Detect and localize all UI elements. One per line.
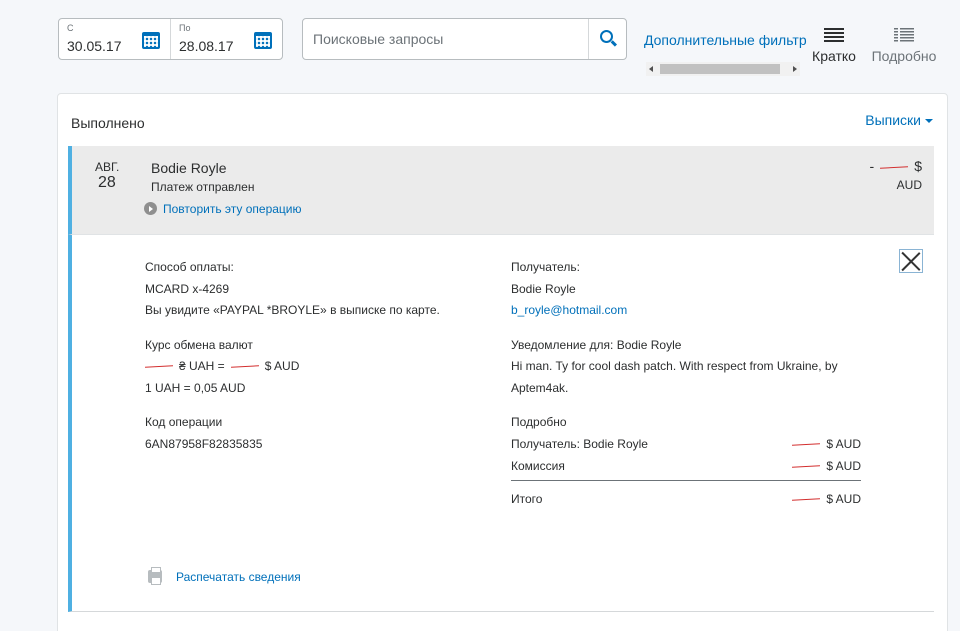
transaction-subtitle: Платеж отправлен (151, 180, 255, 194)
exchange-rate-label: Курс обмена валют (145, 337, 253, 352)
search-input[interactable] (313, 29, 583, 49)
list-brief-icon (824, 28, 844, 42)
date-to-field[interactable]: По 28.08.17 (171, 19, 282, 59)
exchange-conversion: ₴ UAH = $ AUD (144, 356, 485, 378)
scrollbar-thumb[interactable] (660, 64, 780, 74)
breakdown-recipient-row: Получатель: Bodie Royle $ AUD (511, 434, 861, 456)
repeat-transaction-link[interactable]: Повторить эту операцию (144, 202, 302, 216)
transaction-details: Способ оплаты: MCARD x-4269 Вы увидите «… (68, 234, 934, 612)
date-to-label: По (179, 23, 191, 33)
view-brief-label: Кратко (812, 48, 856, 64)
recipient-label: Получатель: (511, 260, 580, 274)
list-detailed-icon (894, 28, 914, 42)
print-details-link[interactable]: Распечатать сведения (148, 567, 301, 585)
details-right-column: Получатель: Bodie Royle b_royle@hotmail.… (511, 257, 861, 511)
notification-message: Hi man. Ty for cool dash patch. With res… (511, 359, 838, 395)
statements-label: Выписки (865, 112, 921, 128)
view-detailed-label: Подробно (871, 48, 937, 64)
redaction-mark (792, 443, 821, 446)
amount-symbol: $ (914, 158, 922, 174)
amount-value: $ AUD (826, 458, 861, 473)
play-circle-icon (144, 202, 157, 215)
payment-method-label: Способ оплаты: (145, 260, 234, 274)
breakdown-fee-row: Комиссия $ AUD (511, 456, 861, 478)
breakdown-fee-label: Комиссия (511, 458, 565, 473)
search-icon (600, 30, 613, 43)
view-brief-button[interactable]: Кратко (810, 28, 858, 64)
print-label: Распечатать сведения (176, 570, 301, 584)
amount-sign: - (869, 158, 875, 174)
date-range: С 30.05.17 По 28.08.17 (58, 18, 283, 60)
statement-note: Вы увидите «PAYPAL *BROYLE» в выписке по… (145, 303, 440, 317)
statements-dropdown[interactable]: Выписки (865, 112, 933, 128)
printer-icon (148, 567, 162, 585)
transaction-row[interactable]: АВГ. 28 Bodie Royle Платеж отправлен Пов… (68, 146, 934, 234)
exchange-uah: ₴ UAH = (179, 359, 225, 373)
date-to-value[interactable]: 28.08.17 (179, 38, 234, 54)
breakdown-total-row: Итого $ AUD (511, 489, 861, 511)
search-box (302, 18, 627, 60)
calendar-icon[interactable] (254, 32, 272, 49)
recipient-email-link[interactable]: b_royle@hotmail.com (511, 300, 861, 322)
transaction-id-value: 6AN87958F82835835 (145, 436, 263, 451)
breakdown-total-amount: $ AUD (786, 489, 861, 511)
caret-down-icon (925, 119, 933, 124)
breakdown-recipient-label: Получатель: Bodie Royle (511, 436, 648, 451)
activity-card: Выполнено Выписки АВГ. 28 Bodie Royle Пл… (57, 93, 948, 631)
transaction-name: Bodie Royle (151, 160, 227, 176)
status-heading: Выполнено (71, 115, 145, 131)
breakdown-label: Подробно (511, 415, 567, 429)
search-button[interactable] (588, 19, 626, 59)
breakdown-divider (511, 479, 861, 481)
advanced-filter-link[interactable]: Дополнительные фильтр (644, 32, 807, 48)
amount-value: $ AUD (826, 491, 861, 506)
recipient-name: Bodie Royle (511, 281, 576, 296)
scroll-right-icon[interactable] (793, 66, 797, 72)
details-left-column: Способ оплаты: MCARD x-4269 Вы увидите «… (144, 257, 485, 468)
transaction-currency: AUD (896, 178, 922, 192)
repeat-label: Повторить эту операцию (163, 202, 302, 216)
notification-label: Уведомление для: Bodie Royle (511, 337, 682, 352)
transaction-month: АВГ. (95, 160, 120, 174)
transaction-day: 28 (98, 174, 116, 191)
redaction-mark (792, 465, 821, 468)
transaction-amount: - $ (870, 158, 922, 174)
redaction-mark (792, 498, 821, 501)
calendar-icon[interactable] (142, 32, 160, 49)
horizontal-scrollbar[interactable] (646, 62, 800, 76)
close-icon[interactable] (899, 249, 923, 273)
payment-method-value: MCARD x-4269 (145, 281, 230, 296)
view-detailed-button[interactable]: Подробно (870, 28, 938, 64)
redaction-mark (144, 365, 174, 369)
date-from-label: С (67, 23, 74, 33)
transaction-id-label: Код операции (145, 415, 223, 429)
date-from-field[interactable]: С 30.05.17 (59, 19, 171, 59)
breakdown-fee-amount: $ AUD (786, 456, 861, 478)
amount-value: $ AUD (826, 436, 861, 451)
breakdown-recipient-amount: $ AUD (786, 434, 861, 456)
redaction-mark (230, 365, 259, 369)
redaction-mark (880, 166, 909, 169)
exchange-aud: $ AUD (264, 359, 300, 373)
breakdown-total-label: Итого (511, 491, 543, 506)
date-from-value[interactable]: 30.05.17 (67, 38, 122, 54)
scroll-left-icon[interactable] (649, 66, 653, 72)
exchange-rate-value: 1 UAH = 0,05 AUD (145, 380, 246, 395)
